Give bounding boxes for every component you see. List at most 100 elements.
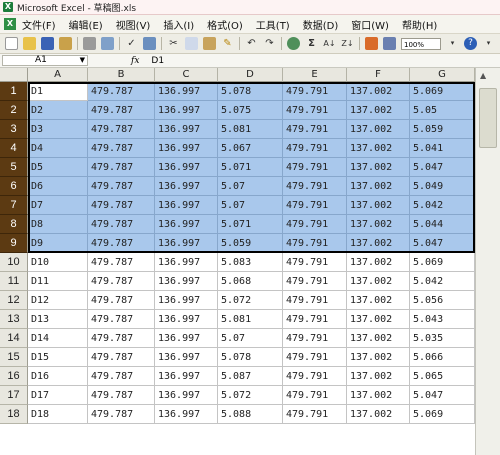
cell-c18[interactable]: 136.997: [155, 405, 218, 424]
chevron-down-icon[interactable]: ▾: [446, 37, 459, 50]
chart-wizard-icon[interactable]: [365, 37, 378, 50]
cell-a18[interactable]: D18: [28, 405, 88, 424]
row-header[interactable]: 11: [0, 272, 28, 291]
row-header[interactable]: 16: [0, 367, 28, 386]
cell-b18[interactable]: 479.787: [88, 405, 155, 424]
help-icon[interactable]: ?: [464, 37, 477, 50]
drawing-icon[interactable]: [383, 37, 396, 50]
cell-a3[interactable]: D3: [28, 120, 88, 139]
row-header[interactable]: 9: [0, 234, 28, 253]
cell-d18[interactable]: 5.088: [218, 405, 283, 424]
cell-d10[interactable]: 5.083: [218, 253, 283, 272]
cell-f11[interactable]: 137.002: [347, 272, 410, 291]
name-box[interactable]: A1 ▼: [2, 55, 88, 66]
row-header[interactable]: 18: [0, 405, 28, 424]
cell-d2[interactable]: 5.075: [218, 101, 283, 120]
cell-d1[interactable]: 5.078: [218, 82, 283, 101]
cell-e15[interactable]: 479.791: [283, 348, 347, 367]
row-header[interactable]: 12: [0, 291, 28, 310]
cell-d8[interactable]: 5.071: [218, 215, 283, 234]
chevron-down-icon[interactable]: ▼: [80, 56, 85, 65]
cell-a11[interactable]: D11: [28, 272, 88, 291]
research-icon[interactable]: [143, 37, 156, 50]
cell-f14[interactable]: 137.002: [347, 329, 410, 348]
redo-icon[interactable]: ↷: [263, 37, 276, 50]
cell-f8[interactable]: 137.002: [347, 215, 410, 234]
cell-f17[interactable]: 137.002: [347, 386, 410, 405]
cell-d13[interactable]: 5.081: [218, 310, 283, 329]
cell-a2[interactable]: D2: [28, 101, 88, 120]
cell-g4[interactable]: 5.041: [410, 139, 475, 158]
copy-icon[interactable]: [185, 37, 198, 50]
cell-d11[interactable]: 5.068: [218, 272, 283, 291]
cell-e10[interactable]: 479.791: [283, 253, 347, 272]
cell-b11[interactable]: 479.787: [88, 272, 155, 291]
cell-a9[interactable]: D9: [28, 234, 88, 253]
new-icon[interactable]: [5, 37, 18, 50]
column-header-g[interactable]: G: [410, 68, 475, 82]
row-header[interactable]: 1: [0, 82, 28, 101]
cell-g14[interactable]: 5.035: [410, 329, 475, 348]
cell-d9[interactable]: 5.059: [218, 234, 283, 253]
cell-b2[interactable]: 479.787: [88, 101, 155, 120]
cell-f5[interactable]: 137.002: [347, 158, 410, 177]
cell-d17[interactable]: 5.072: [218, 386, 283, 405]
cell-c14[interactable]: 136.997: [155, 329, 218, 348]
select-all-button[interactable]: [0, 68, 28, 82]
cell-d5[interactable]: 5.071: [218, 158, 283, 177]
cell-b3[interactable]: 479.787: [88, 120, 155, 139]
cell-a4[interactable]: D4: [28, 139, 88, 158]
cell-f15[interactable]: 137.002: [347, 348, 410, 367]
cell-a1[interactable]: D1: [28, 82, 88, 101]
cell-c5[interactable]: 136.997: [155, 158, 218, 177]
row-header[interactable]: 13: [0, 310, 28, 329]
cell-e4[interactable]: 479.791: [283, 139, 347, 158]
row-header[interactable]: 3: [0, 120, 28, 139]
menu-window[interactable]: 窗口(W): [351, 17, 389, 32]
cell-c3[interactable]: 136.997: [155, 120, 218, 139]
paste-icon[interactable]: [203, 37, 216, 50]
menu-data[interactable]: 数据(D): [303, 17, 339, 32]
print-icon[interactable]: [83, 37, 96, 50]
menu-view[interactable]: 视图(V): [116, 17, 151, 32]
cell-e8[interactable]: 479.791: [283, 215, 347, 234]
cell-f18[interactable]: 137.002: [347, 405, 410, 424]
row-header[interactable]: 7: [0, 196, 28, 215]
cell-e2[interactable]: 479.791: [283, 101, 347, 120]
cell-g13[interactable]: 5.043: [410, 310, 475, 329]
cell-c7[interactable]: 136.997: [155, 196, 218, 215]
cell-b13[interactable]: 479.787: [88, 310, 155, 329]
sort-descending-icon[interactable]: Z↓: [341, 37, 354, 50]
cell-b16[interactable]: 479.787: [88, 367, 155, 386]
cell-b10[interactable]: 479.787: [88, 253, 155, 272]
print-preview-icon[interactable]: [101, 37, 114, 50]
menu-tools[interactable]: 工具(T): [256, 17, 290, 32]
cell-e11[interactable]: 479.791: [283, 272, 347, 291]
cell-c17[interactable]: 136.997: [155, 386, 218, 405]
cell-c4[interactable]: 136.997: [155, 139, 218, 158]
cell-c2[interactable]: 136.997: [155, 101, 218, 120]
chevron-down-icon[interactable]: ▾: [482, 37, 495, 50]
column-header-e[interactable]: E: [283, 68, 347, 82]
cell-g10[interactable]: 5.069: [410, 253, 475, 272]
cell-e9[interactable]: 479.791: [283, 234, 347, 253]
cell-a16[interactable]: D16: [28, 367, 88, 386]
vertical-scrollbar[interactable]: ▲: [475, 68, 500, 455]
menu-help[interactable]: 帮助(H): [402, 17, 437, 32]
menu-file[interactable]: 文件(F): [22, 17, 56, 32]
workbook-icon[interactable]: X: [4, 18, 16, 30]
cell-e14[interactable]: 479.791: [283, 329, 347, 348]
cell-b15[interactable]: 479.787: [88, 348, 155, 367]
cell-g12[interactable]: 5.056: [410, 291, 475, 310]
cell-b17[interactable]: 479.787: [88, 386, 155, 405]
cell-b6[interactable]: 479.787: [88, 177, 155, 196]
cell-g5[interactable]: 5.047: [410, 158, 475, 177]
cell-a17[interactable]: D17: [28, 386, 88, 405]
cell-b5[interactable]: 479.787: [88, 158, 155, 177]
cell-f7[interactable]: 137.002: [347, 196, 410, 215]
cell-a12[interactable]: D12: [28, 291, 88, 310]
column-header-d[interactable]: D: [218, 68, 283, 82]
cell-d16[interactable]: 5.087: [218, 367, 283, 386]
row-header[interactable]: 14: [0, 329, 28, 348]
column-header-b[interactable]: B: [88, 68, 155, 82]
